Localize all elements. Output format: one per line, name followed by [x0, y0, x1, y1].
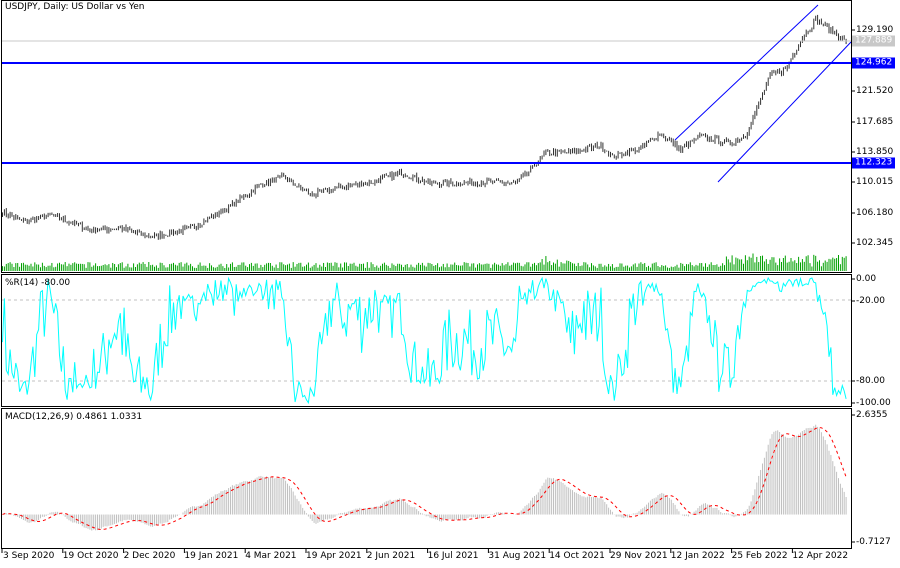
date-label: 12 Jan 2022: [670, 551, 725, 561]
date-label: 19 Apr 2021: [306, 551, 362, 561]
date-label: 14 Oct 2021: [549, 551, 605, 561]
date-label: 29 Nov 2021: [610, 551, 668, 561]
date-label: 25 Feb 2022: [731, 551, 788, 561]
date-label: 16 Jul 2021: [427, 551, 479, 561]
macd-title: MACD(12,26,9) 0.4861 1.0331: [5, 412, 143, 422]
wpr-title: %R(14) -80.00: [5, 278, 71, 288]
date-label: 3 Sep 2020: [3, 551, 55, 561]
wpr-axis-label: -100.00: [856, 398, 891, 408]
price-label: 106.180: [856, 208, 894, 218]
wpr-line: [2, 276, 847, 405]
macd-axis-max: 2.6355: [856, 410, 888, 420]
date-label: 19 Jan 2021: [184, 551, 239, 561]
macd-signal-line: [2, 427, 847, 531]
date-label: 2 Jun 2021: [366, 551, 416, 561]
volume-bars: [2, 253, 847, 271]
price-label: 129.190: [856, 25, 894, 35]
date-label: 19 Oct 2020: [62, 551, 119, 561]
price-label: 121.520: [856, 86, 894, 96]
date-label: 31 Aug 2021: [488, 551, 547, 561]
macd-axis-min: -0.7127: [856, 537, 891, 547]
price-label: 110.015: [856, 177, 894, 187]
chart-canvas[interactable]: [0, 0, 900, 568]
date-label: 2 Dec 2020: [123, 551, 176, 561]
price-label: 102.345: [856, 238, 894, 248]
price-label: 113.850: [856, 147, 894, 157]
wpr-axis-label: -80.00: [856, 376, 886, 386]
level-tag: 124.962: [852, 57, 896, 69]
price-label: 117.685: [856, 117, 894, 127]
wpr-axis-label: -20.00: [856, 296, 886, 306]
level-tag: 112.323: [852, 157, 896, 169]
macd-histogram: [3, 424, 847, 531]
date-label: 12 Apr 2022: [792, 551, 849, 561]
wpr-axis-label: 0.00: [856, 274, 877, 284]
current-price-tag: 127.889: [852, 35, 896, 47]
date-label: 4 Mar 2021: [245, 551, 297, 561]
chart-title: USDJPY, Daily: US Dollar vs Yen: [5, 2, 145, 12]
price-bars: [2, 14, 847, 240]
channel-upper-line[interactable]: [674, 4, 819, 141]
wpr-pane-border: [1, 274, 852, 407]
macd-pane-border: [1, 408, 852, 549]
